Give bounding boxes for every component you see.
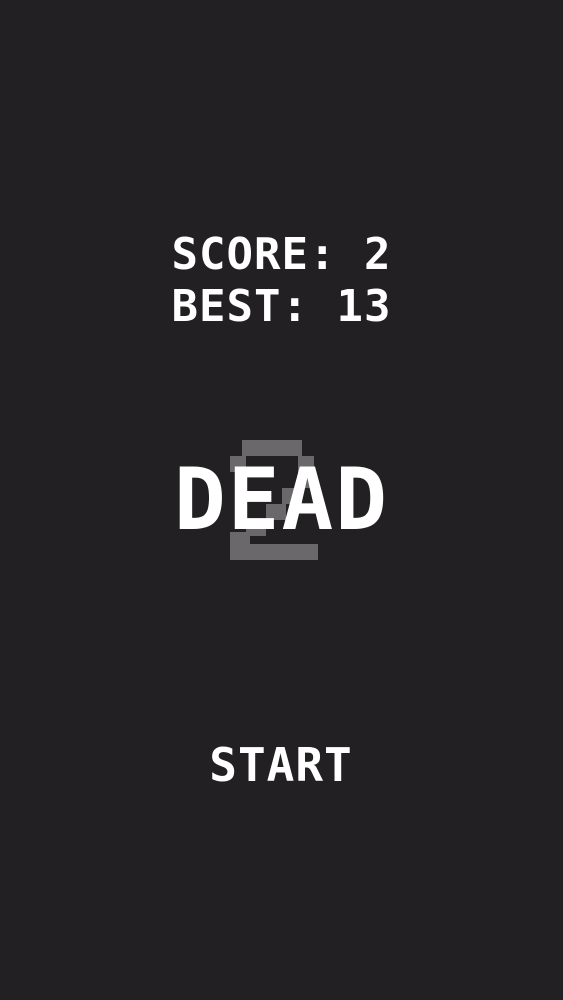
game-screen: SCORE: 2 BEST: 13 DEAD START <box>0 0 563 1000</box>
start-button[interactable]: START <box>181 734 381 796</box>
best-score-label: BEST: 13 <box>171 281 392 332</box>
dead-status-text: DEAD <box>173 450 390 550</box>
score-label: SCORE: 2 <box>171 229 392 280</box>
